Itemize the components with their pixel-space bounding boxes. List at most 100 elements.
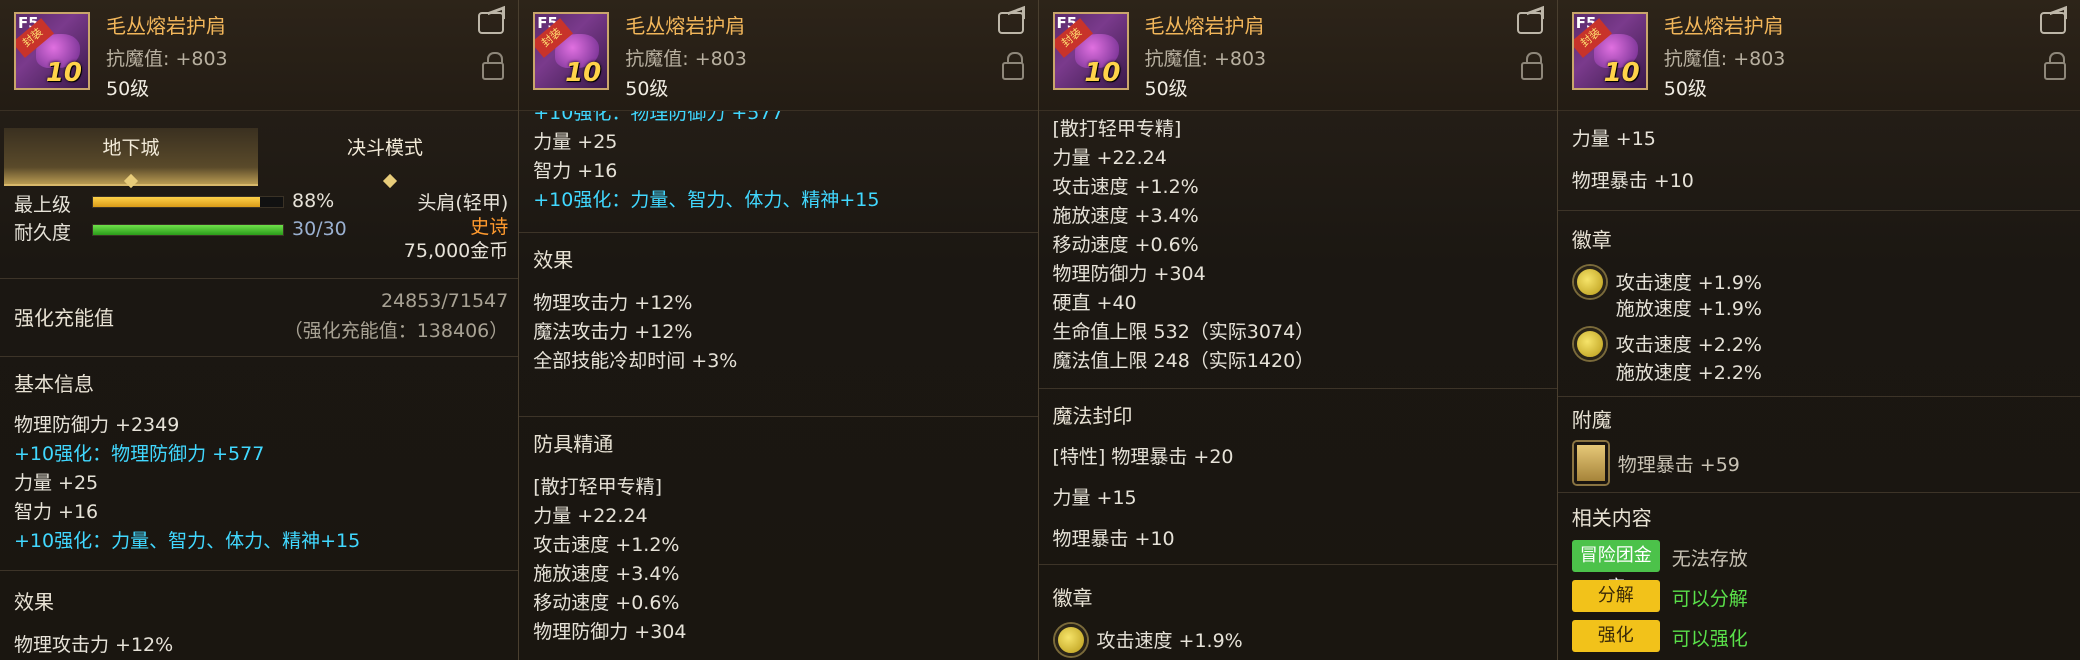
seal-line: 力量 +15 [1052, 487, 1137, 509]
emblem-line: 攻击速度 +1.9% [1615, 272, 1762, 294]
emblem-gold-icon [1054, 624, 1087, 656]
share-icon[interactable] [2040, 12, 2066, 34]
panel-body: [散打轻甲专精] 力量 +22.24 攻击速度 +1.2% 施放速度 +3.4% 移动速… [1038, 110, 1557, 660]
tab-label: 地下城 [102, 137, 160, 159]
item-level: 50级 [1663, 78, 1707, 100]
mastery-line: [散打轻甲专精] [533, 476, 663, 498]
item-header: F5 封装 10 毛丛熔岩护肩 抗魔值: +803 50级 [1557, 0, 2080, 111]
mastery-line: 攻击速度 +1.2% [1052, 176, 1199, 198]
item-magic-resist: 抗魔值: +803 [1144, 48, 1267, 70]
mastery-line: 魔法值上限 248（实际1420） [1052, 350, 1315, 372]
effect-heading: 效果 [533, 248, 574, 272]
sell-price: 75,000金币 [403, 240, 509, 262]
divider [0, 356, 519, 357]
item-icon[interactable]: F5 封装 10 [14, 12, 90, 90]
charge-value: 24853/71547 [380, 290, 509, 312]
mastery-heading: 防具精通 [533, 432, 614, 456]
charge-label: 强化充能值 [14, 306, 114, 330]
divider [1557, 492, 2080, 493]
share-icon[interactable] [478, 12, 505, 34]
related-tag: 分解 [1571, 580, 1660, 612]
lock-icon[interactable] [1520, 52, 1543, 80]
lock-icon[interactable] [482, 52, 505, 80]
emblem-line: 攻击速度 +2.2% [1615, 334, 1762, 356]
basic-info-line: 物理防御力 +2349 [14, 414, 180, 436]
mastery-line: 硬直 +40 [1052, 292, 1137, 314]
equip-slot: 头肩(轻甲) [417, 192, 509, 214]
enchant-line: 物理暴击 +59 [1617, 454, 1740, 476]
item-magic-resist: 抗魔值: +803 [625, 48, 747, 70]
tooltip-panel-4: F5 封装 10 毛丛熔岩护肩 抗魔值: +803 50级 力量 +15 物理暴… [1557, 0, 2080, 660]
seal-line: [特性] 物理暴击 +20 [1052, 446, 1234, 468]
emblem-heading: 徽章 [1052, 586, 1093, 610]
emblem-gold-icon [1573, 328, 1606, 360]
tooltip-panel-1: F5 封装 10 毛丛熔岩护肩 抗魔值: +803 50级 地下城 决斗模式 最 [0, 0, 520, 660]
basic-info-line: +10强化：力量、智力、体力、精神+15 [14, 530, 361, 552]
charge-sub: （强化充能值：138406） [283, 320, 509, 342]
top-grade-bar [92, 196, 284, 208]
top-grade-value: 88% [292, 190, 335, 212]
divider [519, 416, 1038, 417]
divider [0, 278, 519, 279]
item-icon[interactable]: F5 封装 10 [1052, 12, 1129, 90]
seal-line: 物理暴击 +10 [1052, 528, 1175, 550]
mastery-line: 物理防御力 +304 [533, 621, 687, 643]
share-icon[interactable] [1516, 12, 1543, 34]
durability-bar [92, 224, 284, 236]
item-header: F5 封装 10 毛丛熔岩护肩 抗魔值: +803 50级 [1038, 0, 1557, 111]
effect-line: 魔法攻击力 +12% [533, 321, 693, 343]
share-icon[interactable] [997, 12, 1024, 34]
item-icon[interactable]: F5 封装 10 [1571, 12, 1648, 90]
effect-heading: 效果 [14, 590, 54, 614]
stat-line: 力量 +25 [533, 131, 618, 153]
tab-duel[interactable]: 决斗模式 [258, 128, 512, 184]
basic-info-line: 力量 +25 [14, 472, 99, 494]
item-level: 50级 [625, 78, 669, 100]
mastery-line: 力量 +22.24 [1052, 147, 1167, 169]
stat-line: 物理暴击 +10 [1571, 170, 1694, 192]
emblem-line: 施放速度 +2.2% [1615, 362, 1762, 384]
item-header: F5 封装 10 毛丛熔岩护肩 抗魔值: +803 50级 [519, 0, 1038, 111]
item-enhance-level: 10 [565, 58, 602, 88]
mastery-line: 力量 +22.24 [533, 505, 648, 527]
emblem-heading: 徽章 [1571, 228, 1612, 252]
durability-label: 耐久度 [14, 222, 72, 244]
emblem-gold-icon [1573, 266, 1606, 298]
mode-tabs: 地下城 决斗模式 [4, 128, 512, 189]
lock-icon[interactable] [1001, 52, 1024, 80]
item-header: F5 封装 10 毛丛熔岩护肩 抗魔值: +803 50级 [0, 0, 519, 111]
item-name: 毛丛熔岩护肩 [1663, 14, 1784, 38]
item-name: 毛丛熔岩护肩 [625, 14, 746, 38]
stat-line: +10强化：力量、智力、体力、精神+15 [533, 189, 880, 211]
item-name: 毛丛熔岩护肩 [1144, 14, 1265, 38]
divider [1557, 396, 2080, 397]
related-tag: 强化 [1571, 620, 1660, 652]
mastery-line: 施放速度 +3.4% [1052, 205, 1199, 227]
related-tag: 冒险团金库 [1571, 540, 1660, 598]
basic-info-heading: 基本信息 [14, 372, 94, 396]
panel-body: 地下城 决斗模式 最上级 88% 耐久度 30/30 头肩(轻甲) 史诗 75,… [0, 110, 519, 660]
basic-info-line: 智力 +16 [14, 501, 99, 523]
lock-icon[interactable] [2044, 52, 2066, 80]
panel-body: +10强化：物理防御力 +577 力量 +25 智力 +16 +10强化：力量、智力、… [519, 102, 1038, 660]
emblem-line: 攻击速度 +1.9% [1096, 630, 1243, 652]
top-grade-fill [93, 197, 261, 207]
item-magic-resist: 抗魔值: +803 [106, 48, 228, 70]
durability-fill [93, 225, 283, 235]
mastery-line: 施放速度 +3.4% [533, 563, 680, 585]
mastery-line: 物理防御力 +304 [1052, 263, 1206, 285]
divider [1038, 564, 1557, 565]
top-grade-label: 最上级 [14, 194, 72, 216]
effect-line: 物理攻击力 +12% [14, 634, 174, 656]
stat-line: 力量 +15 [1571, 128, 1656, 150]
tooltip-panel-2: F5 封装 10 毛丛熔岩护肩 抗魔值: +803 50级 +10强化：物理防御… [519, 0, 1039, 660]
item-enhance-level: 10 [1603, 58, 1640, 88]
mastery-line: 生命值上限 532（实际3074） [1052, 321, 1315, 343]
effect-line: 物理攻击力 +12% [533, 292, 693, 314]
stat-line: 智力 +16 [533, 160, 618, 182]
mastery-line: 移动速度 +0.6% [1052, 234, 1199, 256]
divider [0, 570, 519, 571]
item-icon[interactable]: F5 封装 10 [533, 12, 610, 90]
seal-heading: 魔法封印 [1052, 404, 1133, 428]
item-magic-resist: 抗魔值: +803 [1663, 48, 1786, 70]
